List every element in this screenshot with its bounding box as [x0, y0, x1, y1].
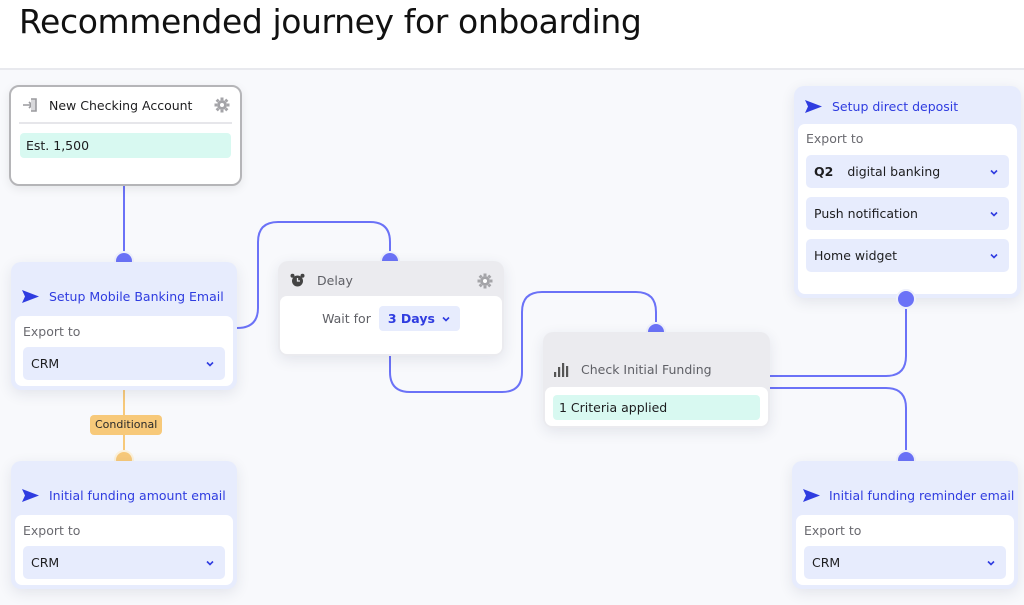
export-to-label: Export to: [23, 324, 81, 339]
send-icon: [804, 99, 822, 113]
export-to-label: Export to: [806, 131, 864, 146]
gear-icon[interactable]: [213, 96, 231, 114]
page-header: Recommended journey for onboarding: [0, 0, 1024, 70]
alarm-clock-icon: [289, 272, 305, 288]
delay-node[interactable]: Delay Wait for 3 Days: [278, 261, 504, 356]
export-to-label: Export to: [23, 523, 81, 538]
select-value: Home widget: [814, 248, 898, 263]
chevron-down-icon: [205, 556, 215, 566]
export-select-crm[interactable]: CRM: [23, 546, 225, 579]
action-node-direct-deposit[interactable]: Setup direct deposit Export to Q2 digita…: [794, 86, 1021, 298]
check-initial-funding-node[interactable]: Check Initial Funding 1 Criteria applied: [543, 332, 770, 428]
send-icon: [21, 488, 39, 502]
select-value: Push notification: [814, 206, 918, 221]
trigger-node-new-checking-account[interactable]: New Checking Account Est. 1,500: [9, 85, 242, 186]
node-title: Check Initial Funding: [581, 361, 712, 377]
wait-for-label: Wait for: [322, 311, 371, 326]
select-value: CRM: [31, 356, 60, 371]
divider: [19, 122, 232, 124]
select-value: CRM: [31, 555, 60, 570]
node-title: Delay: [317, 272, 353, 288]
gear-icon[interactable]: [476, 272, 494, 290]
connector-handle[interactable]: [896, 289, 916, 309]
journey-canvas[interactable]: New Checking Account Est. 1,500 Setup Mo…: [0, 70, 1024, 605]
connector-check-to-reminder: [770, 387, 907, 450]
chevron-down-icon: [986, 556, 996, 566]
trigger-title: New Checking Account: [49, 97, 193, 113]
export-select-push-notification[interactable]: Push notification: [806, 197, 1009, 230]
node-title: Setup direct deposit: [832, 98, 959, 114]
action-node-funding-amount-email[interactable]: Initial funding amount email Export to C…: [11, 461, 237, 589]
chevron-down-icon: [989, 249, 999, 259]
select-value: CRM: [812, 555, 841, 570]
export-select-digital-banking[interactable]: Q2 digital banking: [806, 155, 1009, 188]
node-title: Setup Mobile Banking Email: [49, 288, 224, 304]
page-title: Recommended journey for onboarding: [19, 2, 642, 41]
bar-chart-icon: [553, 361, 569, 377]
export-select-home-widget[interactable]: Home widget: [806, 239, 1009, 272]
chevron-down-icon: [441, 314, 451, 324]
conditional-badge[interactable]: Conditional: [90, 415, 163, 435]
enter-icon: [21, 97, 39, 113]
q2-logo: Q2: [814, 164, 834, 179]
export-select-crm[interactable]: CRM: [23, 347, 225, 380]
send-icon: [802, 488, 820, 502]
chevron-down-icon: [989, 207, 999, 217]
estimate-badge: Est. 1,500: [20, 133, 231, 158]
export-to-label: Export to: [804, 523, 862, 538]
select-value: digital banking: [847, 164, 941, 179]
chevron-down-icon: [989, 165, 999, 175]
action-node-mobile-banking-email[interactable]: Setup Mobile Banking Email Export to CRM: [11, 262, 237, 390]
criteria-badge[interactable]: 1 Criteria applied: [553, 395, 760, 420]
node-title: Initial funding amount email: [49, 487, 226, 503]
node-title: Initial funding reminder email: [829, 487, 1015, 503]
chevron-down-icon: [205, 357, 215, 367]
export-select-crm[interactable]: CRM: [804, 546, 1006, 579]
action-node-funding-reminder-email[interactable]: Initial funding reminder email Export to…: [792, 461, 1018, 589]
send-icon: [21, 289, 39, 303]
wait-duration-value: 3 Days: [387, 311, 435, 326]
connector-check-to-direct-deposit: [770, 308, 907, 377]
wait-row: Wait for 3 Days: [280, 306, 502, 331]
wait-duration-select[interactable]: 3 Days: [378, 306, 460, 331]
